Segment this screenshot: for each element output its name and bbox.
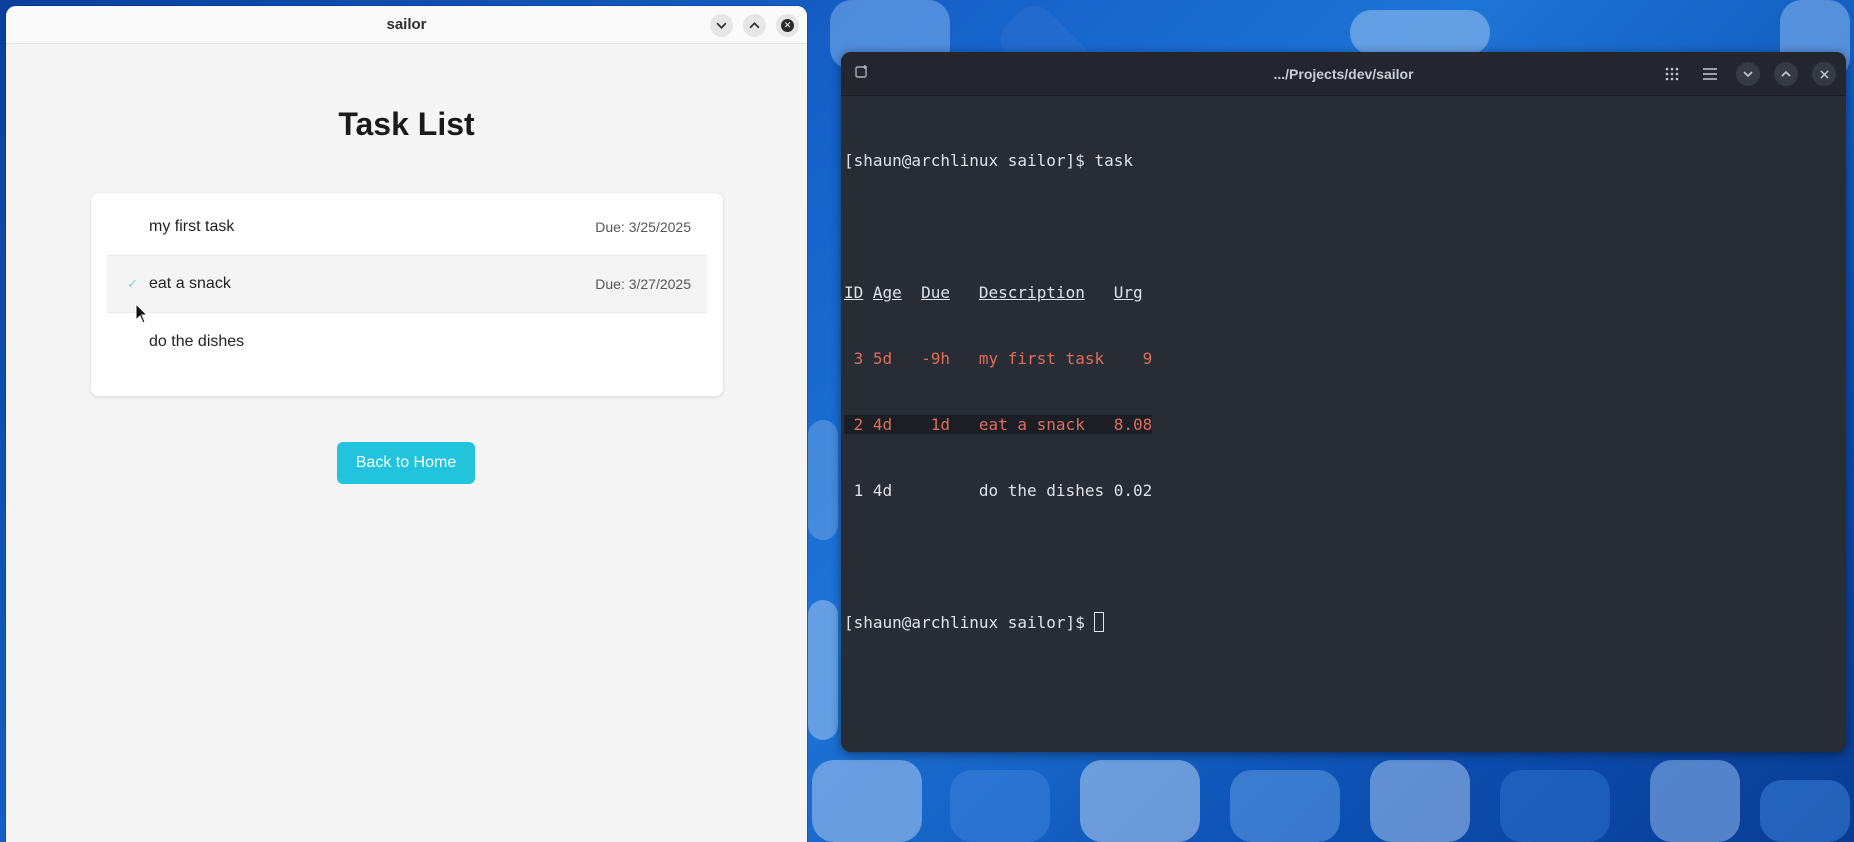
task-description: eat a snack [149, 275, 231, 292]
header-age: Age [872, 283, 902, 302]
task-item[interactable]: do the dishes [107, 313, 707, 370]
task-row-text: 2 4d 1d eat a snack 8.08 [844, 415, 1153, 434]
chevron-up-icon [749, 22, 760, 29]
check-icon[interactable]: ✓ [127, 276, 138, 292]
terminal-maximize-button[interactable] [1774, 62, 1798, 86]
terminal-window: .../Projects/dev/sailor [shaun@archlinux… [841, 52, 1846, 752]
task-table-row: 1 4d do the dishes 0.02 [844, 481, 1153, 500]
task-item[interactable]: ✓ eat a snack Due: 3/27/2025 [107, 256, 707, 313]
hamburger-menu-icon[interactable] [1698, 62, 1722, 86]
header-description: Description [978, 283, 1085, 302]
task-description: do the dishes [149, 332, 245, 350]
task-item[interactable]: my first task Due: 3/25/2025 [107, 199, 707, 256]
page-title: Task List [338, 106, 475, 142]
minimize-button[interactable] [710, 14, 733, 37]
task-table-row: 3 5d -9h my first task 9 [844, 349, 1153, 368]
window-title: sailor [386, 16, 427, 33]
task-table-header: ID Age Due Description Urg [844, 282, 1843, 304]
task-description: my first task [149, 218, 235, 235]
prompt-text: [shaun@archlinux sailor]$ [844, 613, 1095, 632]
terminal-title: .../Projects/dev/sailor [1273, 65, 1414, 82]
close-icon [1819, 69, 1829, 79]
terminal-output[interactable]: [shaun@archlinux sailor]$ task ID Age Du… [841, 96, 1846, 688]
task-due-date: Due: 3/27/2025 [595, 276, 691, 292]
close-icon: ✕ [781, 19, 794, 32]
mouse-cursor-icon [135, 303, 149, 324]
chevron-up-icon [1781, 70, 1791, 77]
terminal-prompt-line: [shaun@archlinux sailor]$ [844, 612, 1843, 634]
grid-menu-icon[interactable] [1660, 62, 1684, 86]
app-titlebar[interactable]: sailor ✕ [6, 6, 807, 44]
close-button[interactable]: ✕ [776, 14, 799, 37]
maximize-button[interactable] [743, 14, 766, 37]
new-tab-icon[interactable] [855, 65, 869, 82]
terminal-cursor [1094, 612, 1105, 632]
terminal-prompt-line: [shaun@archlinux sailor]$ task [844, 151, 1133, 170]
chevron-down-icon [1743, 71, 1753, 78]
terminal-titlebar[interactable]: .../Projects/dev/sailor [841, 52, 1846, 96]
sailor-app-window: sailor ✕ Task List my first task Due: 3/… [6, 6, 807, 842]
back-to-home-button[interactable]: Back to Home [337, 442, 475, 484]
task-list: my first task Due: 3/25/2025 ✓ eat a sna… [91, 193, 723, 396]
task-due-date: Due: 3/25/2025 [595, 219, 691, 235]
header-due: Due [921, 283, 950, 302]
header-urgency: Urg [1113, 283, 1143, 302]
chevron-down-icon [716, 22, 727, 29]
terminal-close-button[interactable] [1812, 62, 1836, 86]
header-id: ID [844, 283, 864, 302]
terminal-minimize-button[interactable] [1736, 62, 1760, 86]
window-controls: ✕ [710, 14, 799, 37]
terminal-controls [1660, 62, 1836, 86]
task-table-row: 2 4d 1d eat a snack 8.08 [844, 414, 1843, 436]
